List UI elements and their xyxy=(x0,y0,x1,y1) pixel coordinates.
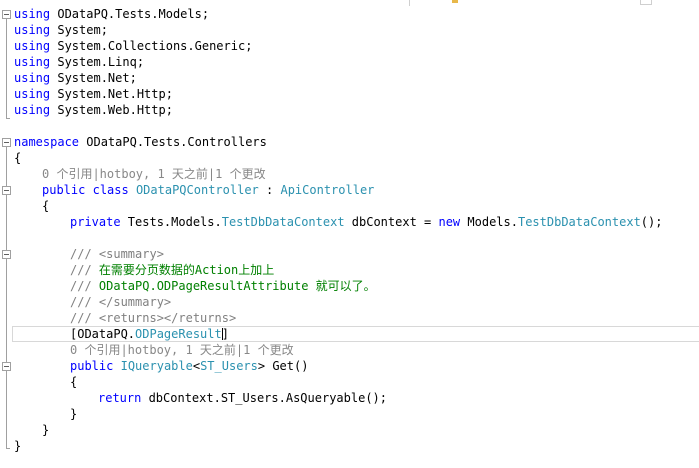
namespace-fold-end xyxy=(6,448,10,449)
keyword-private: private xyxy=(70,215,121,229)
doc-tag: <returns></returns> xyxy=(98,311,237,325)
doc-tag: <summary> xyxy=(98,247,164,261)
doc-tag: </summary> xyxy=(98,295,172,309)
collapse-usings-icon[interactable] xyxy=(2,10,11,19)
keyword-class: class xyxy=(92,183,129,197)
pane-divider xyxy=(409,0,410,6)
field-namespace: Tests.Models. xyxy=(120,215,222,229)
doc-text: ODataPQ.ODPageResultAttribute 就可以了。 xyxy=(98,279,376,293)
code-line-using-6[interactable]: using System.Net.Http; xyxy=(14,86,173,102)
code-line-namespace[interactable]: namespace ODataPQ.Tests.Controllers xyxy=(14,134,267,150)
keyword-new: new xyxy=(438,215,461,229)
namespace-text: System; xyxy=(50,23,108,37)
field-type: TestDbDataContext xyxy=(221,215,345,229)
generic-type-arg: ST_Users xyxy=(200,359,258,373)
code-editor[interactable]: using ODataPQ.Tests.Models; using System… xyxy=(0,0,699,468)
doc-prefix: /// xyxy=(70,311,99,325)
namespace-text: System.Net.Http; xyxy=(50,87,173,101)
codelens-text[interactable]: 0 个引用|hotboy, 1 天之前|1 个更改 xyxy=(42,167,266,181)
namespace-text: ODataPQ.Tests.Models; xyxy=(50,7,210,21)
code-line-class-open[interactable]: { xyxy=(42,198,49,214)
namespace-name: ODataPQ.Tests.Controllers xyxy=(79,135,267,149)
keyword-public: public xyxy=(70,359,114,373)
namespace-text: System.Collections.Generic; xyxy=(50,39,253,53)
codelens-text[interactable]: 0 个引用|hotboy, 1 天之前|1 个更改 xyxy=(70,343,294,357)
doc-prefix: /// xyxy=(70,263,99,277)
code-line-namespace-open[interactable]: { xyxy=(14,150,21,166)
lightbulb-icon[interactable] xyxy=(452,0,458,3)
member-dropdown[interactable] xyxy=(640,0,652,5)
namespace-text: System.Net; xyxy=(50,71,137,85)
namespace-text: System.Web.Http; xyxy=(50,103,173,117)
code-line-attribute[interactable]: [ODataPQ.ODPageResult] xyxy=(70,326,229,342)
namespace-text: System.Linq; xyxy=(50,55,145,69)
keyword-namespace: namespace xyxy=(14,135,80,149)
code-line-method-close[interactable]: } xyxy=(70,406,77,422)
open-brace: { xyxy=(70,375,78,389)
collapse-doc-comment-icon[interactable] xyxy=(2,250,11,259)
keyword-using: using xyxy=(14,39,51,53)
code-line-namespace-close[interactable]: } xyxy=(14,438,21,454)
code-line-doc-1[interactable]: /// 在需要分页数据的Action上加上 xyxy=(70,262,274,278)
close-brace: } xyxy=(14,439,22,453)
base-class-name: ApiController xyxy=(280,183,375,197)
code-line-method-open[interactable]: { xyxy=(70,374,77,390)
code-line-return[interactable]: return dbContext.ST_Users.AsQueryable(); xyxy=(98,390,387,406)
code-line-method-decl[interactable]: public IQueryable<ST_Users> Get() xyxy=(70,358,308,374)
method-signature-rest: > Get() xyxy=(257,359,309,373)
keyword-using: using xyxy=(14,103,51,117)
text-caret xyxy=(222,328,223,340)
field-end: (); xyxy=(640,215,663,229)
code-line-doc-returns[interactable]: /// <returns></returns> xyxy=(70,310,236,326)
codelens-method[interactable]: 0 个引用|hotboy, 1 天之前|1 个更改 xyxy=(70,342,294,358)
keyword-using: using xyxy=(14,55,51,69)
return-type: IQueryable xyxy=(120,359,193,373)
collapse-class-icon[interactable] xyxy=(2,186,11,195)
inheritance-separator: : xyxy=(258,183,281,197)
class-name: ODataPQController xyxy=(135,183,259,197)
code-line-class-close[interactable]: } xyxy=(42,422,49,438)
code-line-using-7[interactable]: using System.Web.Http; xyxy=(14,102,173,118)
close-brace: } xyxy=(42,423,50,437)
collapse-method-icon[interactable] xyxy=(2,362,11,371)
close-brace: } xyxy=(70,407,78,421)
return-expression: dbContext.ST_Users.AsQueryable(); xyxy=(141,391,387,405)
open-brace: { xyxy=(14,151,22,165)
doc-prefix: /// xyxy=(70,279,99,293)
doc-text: 在需要分页数据的Action上加上 xyxy=(98,263,275,277)
generic-open: < xyxy=(192,359,201,373)
code-line-using-2[interactable]: using System; xyxy=(14,22,108,38)
field-type-2: TestDbDataContext xyxy=(517,215,641,229)
keyword-using: using xyxy=(14,23,51,37)
usings-fold-end xyxy=(6,118,10,119)
code-line-class-decl[interactable]: public class ODataPQController : ApiCont… xyxy=(42,182,374,198)
code-line-doc-summary-open[interactable]: /// <summary> xyxy=(70,246,164,262)
attribute-type: ODPageResult xyxy=(135,327,222,341)
code-line-doc-2[interactable]: /// ODataPQ.ODPageResultAttribute 就可以了。 xyxy=(70,278,376,294)
code-line-field[interactable]: private Tests.Models.TestDbDataContext d… xyxy=(70,214,662,230)
code-line-using-5[interactable]: using System.Net; xyxy=(14,70,137,86)
codelens-class[interactable]: 0 个引用|hotboy, 1 天之前|1 个更改 xyxy=(42,166,266,182)
doc-prefix: /// xyxy=(70,247,99,261)
code-line-doc-summary-close[interactable]: /// </summary> xyxy=(70,294,171,310)
code-line-using-3[interactable]: using System.Collections.Generic; xyxy=(14,38,252,54)
usings-fold-line xyxy=(6,19,7,119)
doc-prefix: /// xyxy=(70,295,99,309)
keyword-using: using xyxy=(14,87,51,101)
field-namespace-2: Models. xyxy=(460,215,518,229)
field-name: dbContext = xyxy=(344,215,439,229)
collapse-namespace-icon[interactable] xyxy=(2,138,11,147)
code-line-using-1[interactable]: using ODataPQ.Tests.Models; xyxy=(14,6,209,22)
outlining-gutter xyxy=(0,6,13,468)
attribute-open: [ODataPQ. xyxy=(70,327,136,341)
keyword-return: return xyxy=(98,391,142,405)
code-line-using-4[interactable]: using System.Linq; xyxy=(14,54,144,70)
open-brace: { xyxy=(42,199,50,213)
keyword-using: using xyxy=(14,71,51,85)
keyword-public: public xyxy=(42,183,86,197)
keyword-using: using xyxy=(14,7,51,21)
